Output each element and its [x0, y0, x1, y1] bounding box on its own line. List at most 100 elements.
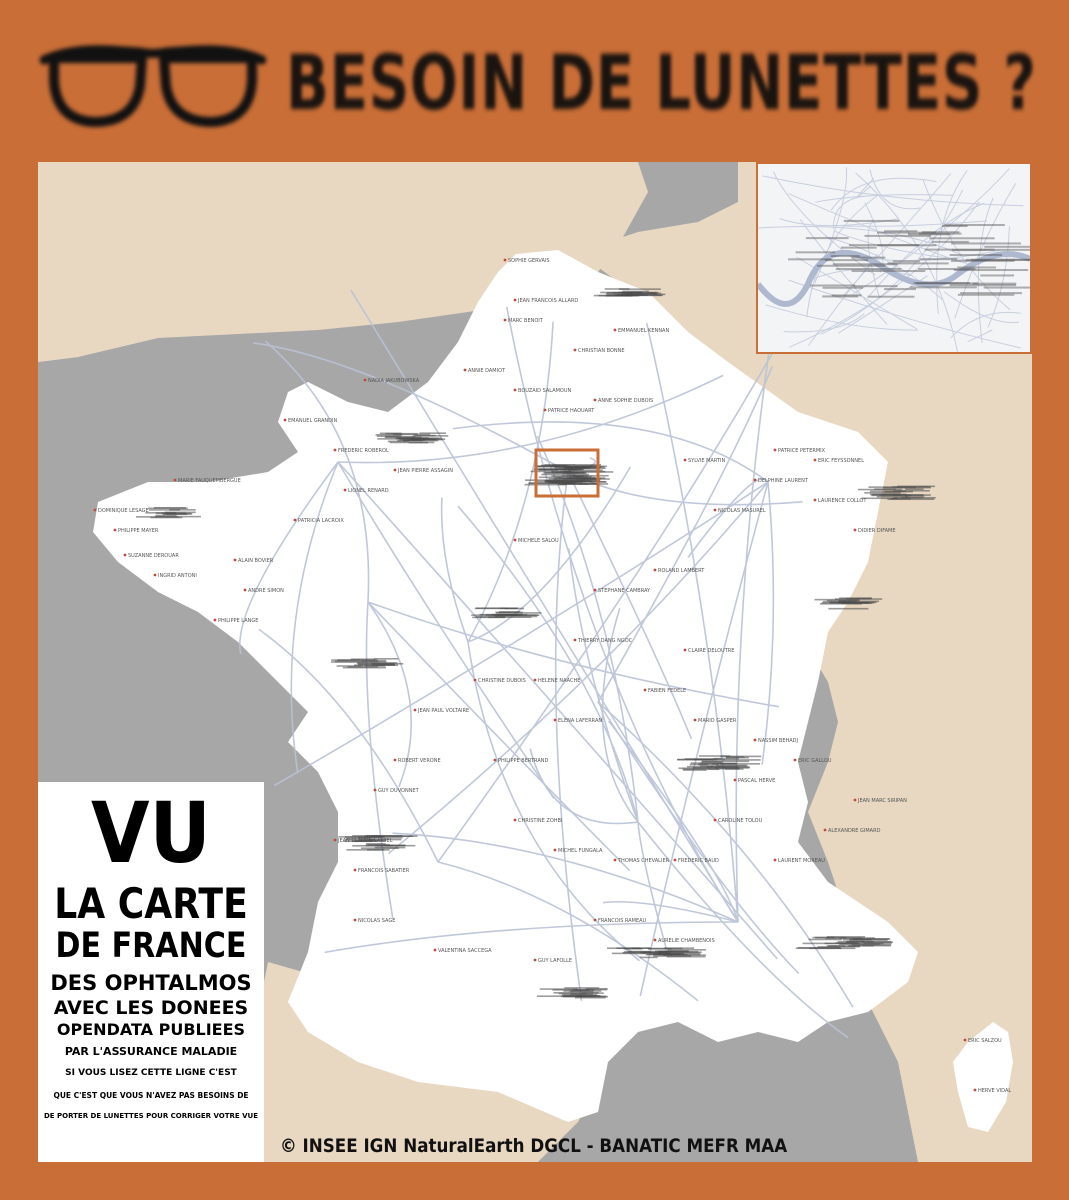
paris-label-line [960, 292, 1022, 295]
ophthalmologist-name: NADIA JAKUBOWSKA [368, 378, 420, 384]
ophthalmologist-name: VALENTINA SACCEGA [438, 948, 492, 954]
ophthalmologist-marker [643, 688, 647, 692]
ophthalmologist-name: INGRID ANTONI [158, 573, 197, 579]
label-cluster-line [331, 659, 378, 661]
ophthalmologist-name: FREDERIC ROBEROL [338, 448, 389, 454]
label-cluster-line [374, 657, 399, 660]
ophthalmologist-name: ELENA LAFERRAN [558, 718, 602, 724]
ophthalmologist-name: MICHELE SALOU [518, 538, 559, 544]
ophthalmologist-marker [283, 418, 287, 422]
ophthalmologist-marker [393, 468, 397, 472]
paris-label-line [949, 254, 1003, 257]
ophthalmologist-name: GUY DUVONNET [378, 788, 420, 794]
label-cluster-line [871, 494, 912, 497]
label-cluster-line [667, 949, 706, 951]
paris-label-line [929, 237, 995, 240]
ophthalmologist-marker [773, 448, 777, 452]
paris-label-line [824, 259, 869, 262]
header: BESOIN DE LUNETTES ? [0, 0, 1069, 160]
ophthalmologist-name: FABIEN FEDELE [648, 688, 686, 694]
label-cluster-line [553, 991, 599, 994]
label-cluster-line [569, 474, 609, 477]
ophthalmologist-name: LIONEL RENARD [348, 488, 389, 494]
label-cluster-line [560, 995, 607, 998]
label-cluster-line [701, 760, 750, 763]
ophthalmologist-name: LAURENCE COLLOT [818, 498, 867, 504]
ophthalmologist-name: MARIE FAUQUEMBERGUE [178, 478, 241, 484]
label-cluster-line [525, 479, 570, 481]
ophthalmologist-name: ANDRE SIMON [248, 588, 284, 594]
label-cluster-line [631, 947, 651, 949]
label-cluster-line [604, 288, 630, 290]
paris-inset-map[interactable] [756, 162, 1032, 354]
ophthalmologist-marker [353, 868, 357, 872]
ophthalmologist-name: HELENE NAACHE [538, 678, 580, 684]
paris-label-line [843, 219, 900, 222]
eye-chart-line-8: SI VOUS LISEZ CETTE LIGNE C'EST [65, 1068, 237, 1079]
paris-label-line [805, 237, 849, 240]
label-cluster-line [538, 476, 563, 479]
paris-label-line [924, 248, 995, 251]
label-cluster-line [666, 955, 706, 958]
paris-label-line [892, 260, 920, 263]
eyeglasses-icon [40, 45, 266, 127]
ophthalmologist-name: MARIO GASPER [698, 718, 737, 724]
ophthalmologist-marker [813, 498, 817, 502]
ophthalmologist-marker [613, 858, 617, 862]
paris-label-line [944, 224, 1005, 227]
label-cluster-line [346, 837, 371, 840]
paris-label-line [916, 282, 978, 285]
ophthalmologist-name: SOPHIE GERVAIS [508, 258, 550, 264]
ophthalmologist-name: ANNE SOPHIE DUBOIS [598, 398, 653, 404]
ophthalmologist-name: AURELIE CHAMBENOIS [658, 938, 715, 944]
ophthalmologist-name: HERVE VIDAL [978, 1088, 1011, 1094]
ophthalmologist-name: MICHEL FUNGALA [558, 848, 603, 854]
ophthalmologist-name: PATRICE HAOUART [548, 408, 595, 414]
label-cluster-line [412, 435, 449, 437]
ophthalmologist-name: GUY LAFOLLE [538, 958, 572, 964]
label-cluster-line [868, 486, 895, 488]
ophthalmologist-marker [693, 718, 697, 722]
ophthalmologist-marker [333, 838, 337, 842]
ophthalmologist-marker [413, 708, 417, 712]
paris-label-line [909, 286, 977, 289]
label-cluster-line [677, 758, 718, 761]
paris-label-line [810, 284, 856, 287]
map-credit: © INSEE IGN NaturalEarth DGCL - BANATIC … [280, 1135, 788, 1157]
paris-label-line [980, 274, 1015, 277]
label-cluster-line [893, 496, 936, 499]
paris-label-line [921, 231, 960, 234]
ophthalmologist-marker [713, 508, 717, 512]
label-cluster-line [682, 768, 720, 771]
ophthalmologist-name: SYLVIE MARTIN [688, 458, 725, 464]
ophthalmologist-name: PATRICE PETERMIX [778, 448, 826, 454]
ophthalmologist-name: CAROLINE TOLOU [718, 818, 763, 824]
paris-label-line [951, 259, 1015, 262]
ophthalmologist-marker [113, 528, 117, 532]
ophthalmologist-marker [853, 528, 857, 532]
ophthalmologist-marker [473, 678, 477, 682]
label-cluster-line [887, 498, 935, 501]
label-cluster-line [562, 472, 587, 475]
label-cluster-line [562, 466, 587, 469]
ophthalmologist-marker [233, 558, 237, 562]
ophthalmologist-marker [393, 758, 397, 762]
ophthalmologist-marker [123, 553, 127, 557]
label-cluster-line [561, 994, 598, 996]
ophthalmologist-marker [773, 858, 777, 862]
ophthalmologist-marker [513, 538, 517, 542]
ophthalmologist-marker [513, 818, 517, 822]
ophthalmologist-name: NICOLAS MASUREL [718, 508, 766, 514]
label-cluster-line [897, 485, 935, 488]
label-cluster-line [808, 938, 842, 941]
label-cluster-line [375, 844, 416, 847]
eye-chart-line-9: QUE C'EST QUE VOUS N'AVEZ PAS BESOINS DE [53, 1090, 249, 1100]
label-cluster-line [699, 765, 748, 767]
ophthalmologist-name: PATRICIA LACROIX [298, 518, 344, 524]
paris-label-line [983, 286, 1030, 289]
label-cluster-line [347, 666, 379, 668]
ophthalmologist-marker [733, 778, 737, 782]
label-cluster-line [690, 762, 723, 764]
paris-label-line [864, 234, 931, 237]
eye-chart-line-2: LA CARTE [54, 878, 248, 928]
